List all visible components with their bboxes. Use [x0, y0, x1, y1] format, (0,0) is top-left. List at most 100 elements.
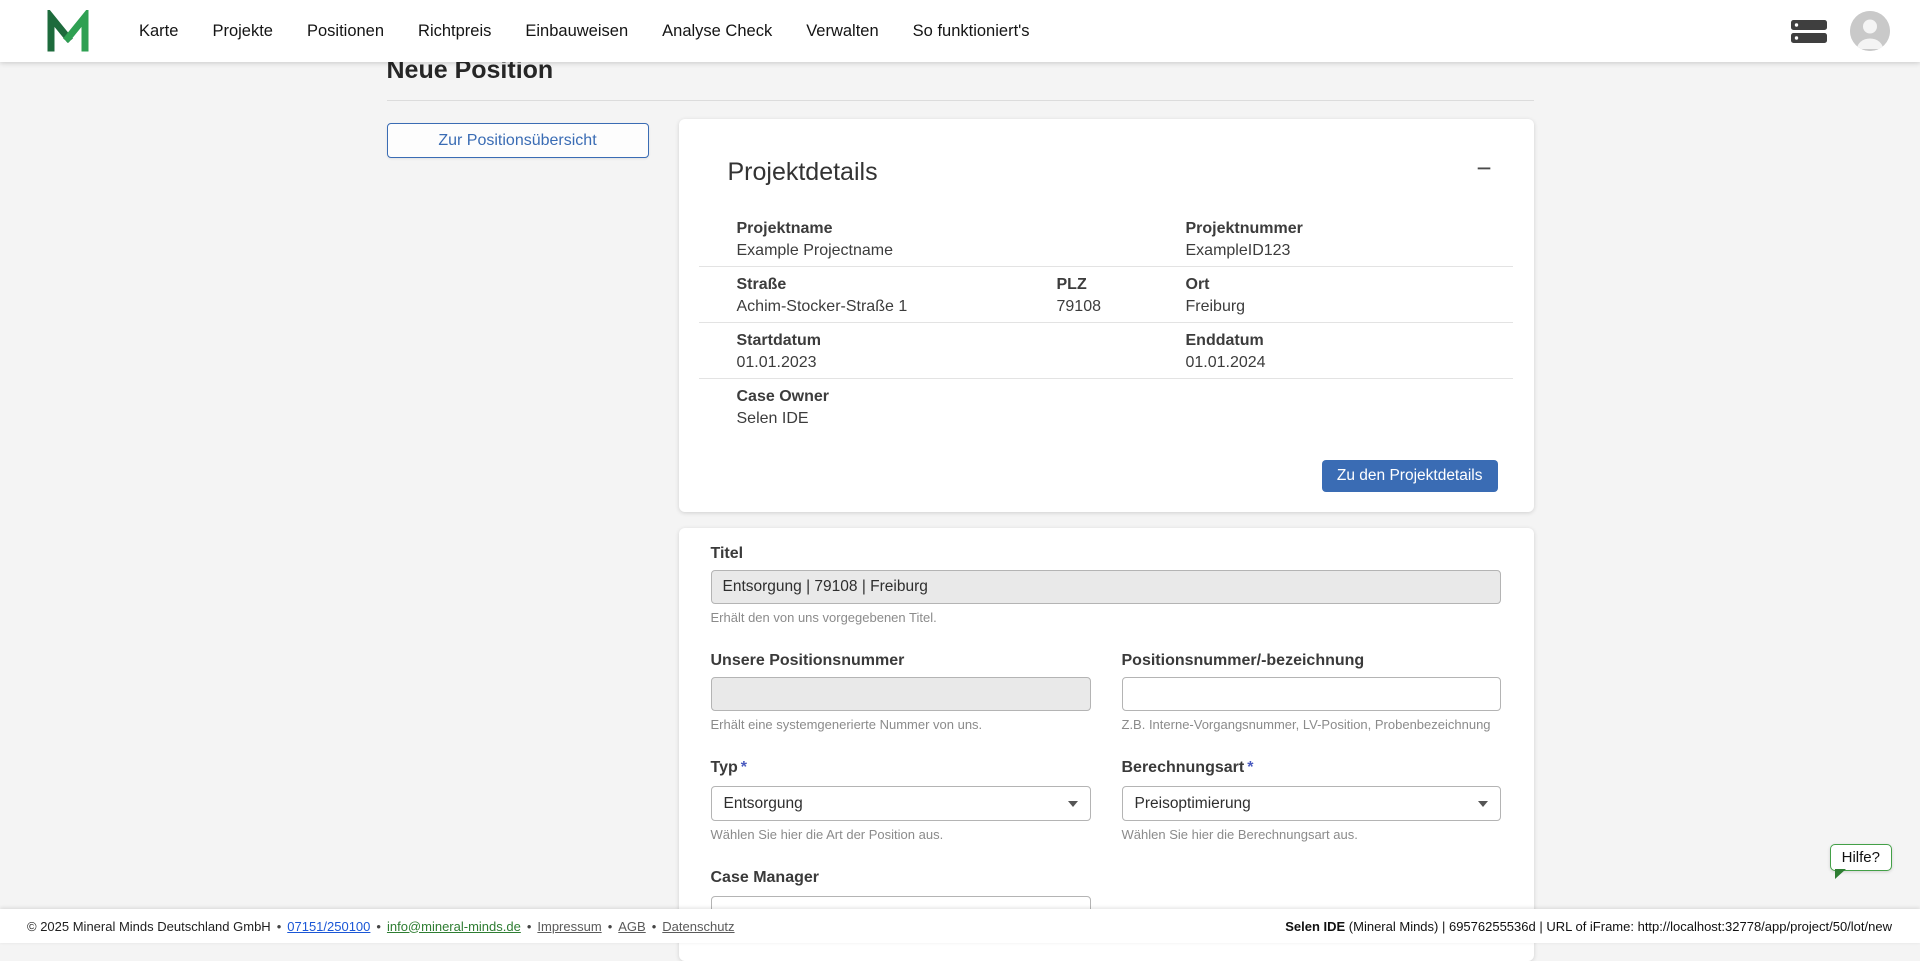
left-column: Zur Positionsübersicht	[387, 119, 679, 158]
nav-item-karte[interactable]: Karte	[139, 22, 178, 41]
startdatum-value: 01.01.2023	[737, 353, 1186, 372]
session-user: Selen IDE	[1285, 919, 1345, 934]
ort-value: Freiburg	[1186, 297, 1513, 316]
agb-link[interactable]: AGB	[618, 919, 645, 934]
unsere-positionsnummer-label: Unsere Positionsnummer	[711, 651, 1091, 670]
berechnungsart-select-value: Preisoptimierung	[1135, 795, 1251, 813]
go-to-project-details-button[interactable]: Zu den Projektdetails	[1322, 460, 1498, 492]
main-nav: Karte Projekte Positionen Richtpreis Ein…	[139, 22, 1030, 41]
project-details-table: Projektname Example Projectname Projektn…	[699, 211, 1513, 434]
berechnungsart-label-text: Berechnungsart	[1122, 759, 1245, 776]
strasse-label: Straße	[737, 275, 1057, 294]
titel-input	[711, 570, 1501, 604]
positionsnummer-bezeichnung-input[interactable]	[1122, 677, 1501, 711]
plz-cell: PLZ 79108	[1057, 275, 1186, 316]
ort-label: Ort	[1186, 275, 1513, 294]
strasse-value: Achim-Stocker-Straße 1	[737, 297, 1057, 316]
separator-dot: •	[652, 919, 657, 934]
positionsnummer-bezeichnung-field: Positionsnummer/-bezeichnung Z.B. Intern…	[1122, 651, 1501, 732]
project-details-card: Projektdetails − Projektname Example Pro…	[679, 119, 1534, 512]
enddatum-cell: Enddatum 01.01.2024	[1186, 331, 1513, 372]
table-row: Case Owner Selen IDE	[699, 379, 1513, 434]
required-asterisk: *	[741, 759, 747, 776]
berechnungsart-select[interactable]: Preisoptimierung	[1122, 786, 1501, 821]
plz-label: PLZ	[1057, 275, 1186, 294]
project-details-header: Projektdetails −	[679, 119, 1534, 211]
copyright-text: © 2025 Mineral Minds Deutschland GmbH	[27, 919, 271, 934]
nav-item-richtpreis[interactable]: Richtpreis	[418, 22, 491, 41]
separator-dot: •	[277, 919, 282, 934]
separator-dot: •	[527, 919, 532, 934]
impressum-link[interactable]: Impressum	[537, 919, 601, 934]
projektnummer-value: ExampleID123	[1186, 241, 1513, 260]
footer: © 2025 Mineral Minds Deutschland GmbH • …	[0, 909, 1920, 943]
title-divider	[387, 100, 1534, 101]
typ-label: Typ*	[711, 758, 1091, 777]
card-terminal-icon[interactable]	[1790, 18, 1828, 45]
chevron-down-icon	[1478, 801, 1488, 807]
main-content: Neue Position Zur Positionsübersicht Pro…	[387, 0, 1534, 961]
table-row: Projektname Example Projectname Projektn…	[699, 211, 1513, 267]
typ-select[interactable]: Entsorgung	[711, 786, 1091, 821]
ort-cell: Ort Freiburg	[1186, 275, 1513, 316]
positionsnummer-bezeichnung-helper: Z.B. Interne-Vorgangsnummer, LV-Position…	[1122, 717, 1501, 732]
form-grid: Unsere Positionsnummer Erhält eine syste…	[711, 651, 1501, 931]
projektnummer-cell: Projektnummer ExampleID123	[1186, 219, 1513, 260]
user-avatar-icon[interactable]	[1850, 11, 1890, 51]
separator-dot: •	[376, 919, 381, 934]
table-row: Startdatum 01.01.2023 Enddatum 01.01.202…	[699, 323, 1513, 379]
typ-field: Typ* Entsorgung Wählen Sie hier die Art …	[711, 758, 1091, 842]
phone-link[interactable]: 07151/250100	[287, 919, 370, 934]
top-navbar: Karte Projekte Positionen Richtpreis Ein…	[0, 0, 1920, 62]
email-link[interactable]: info@mineral-minds.de	[387, 919, 521, 934]
startdatum-label: Startdatum	[737, 331, 1186, 350]
mineral-minds-logo-icon[interactable]	[46, 10, 90, 52]
projektname-value: Example Projectname	[737, 241, 1186, 260]
new-position-form-card: Titel Erhält den von uns vorgegebenen Ti…	[679, 528, 1534, 961]
projektnummer-label: Projektnummer	[1186, 219, 1513, 238]
titel-label: Titel	[711, 544, 1501, 563]
right-column: Projektdetails − Projektname Example Pro…	[679, 119, 1534, 961]
required-asterisk: *	[1247, 759, 1253, 776]
projektname-label: Projektname	[737, 219, 1186, 238]
case-owner-label: Case Owner	[737, 387, 1513, 406]
nav-item-so-funktionierts[interactable]: So funktioniert's	[913, 22, 1030, 41]
typ-select-value: Entsorgung	[724, 795, 803, 813]
case-owner-cell: Case Owner Selen IDE	[699, 387, 1513, 428]
nav-item-analyse-check[interactable]: Analyse Check	[662, 22, 772, 41]
collapse-minus-icon[interactable]: −	[1476, 157, 1491, 179]
nav-item-einbauweisen[interactable]: Einbauweisen	[525, 22, 628, 41]
strasse-cell: Straße Achim-Stocker-Straße 1	[699, 275, 1057, 316]
unsere-positionsnummer-input	[711, 677, 1091, 711]
positionsnummer-bezeichnung-label: Positionsnummer/-bezeichnung	[1122, 651, 1501, 670]
berechnungsart-label: Berechnungsart*	[1122, 758, 1501, 777]
plz-value: 79108	[1057, 297, 1186, 316]
footer-left: © 2025 Mineral Minds Deutschland GmbH • …	[27, 919, 735, 934]
startdatum-cell: Startdatum 01.01.2023	[699, 331, 1186, 372]
datenschutz-link[interactable]: Datenschutz	[662, 919, 734, 934]
titel-helper: Erhält den von uns vorgegebenen Titel.	[711, 610, 1501, 625]
help-button[interactable]: Hilfe?	[1830, 844, 1892, 871]
help-label: Hilfe?	[1842, 849, 1880, 866]
chevron-down-icon	[1068, 801, 1078, 807]
case-manager-label: Case Manager	[711, 868, 1091, 887]
session-info: Selen IDE (Mineral Minds) | 69576255536d…	[1285, 919, 1892, 934]
unsere-positionsnummer-helper: Erhält eine systemgenerierte Nummer von …	[711, 717, 1091, 732]
berechnungsart-field: Berechnungsart* Preisoptimierung Wählen …	[1122, 758, 1501, 842]
nav-item-verwalten[interactable]: Verwalten	[806, 22, 878, 41]
project-details-footer: Zu den Projektdetails	[679, 434, 1534, 512]
back-to-positions-button[interactable]: Zur Positionsübersicht	[387, 123, 649, 158]
project-details-title: Projektdetails	[728, 157, 878, 187]
projektname-cell: Projektname Example Projectname	[699, 219, 1186, 260]
berechnungsart-helper: Wählen Sie hier die Berechnungsart aus.	[1122, 827, 1501, 842]
navbar-right	[1790, 11, 1890, 51]
enddatum-value: 01.01.2024	[1186, 353, 1513, 372]
table-row: Straße Achim-Stocker-Straße 1 PLZ 79108 …	[699, 267, 1513, 323]
nav-item-projekte[interactable]: Projekte	[212, 22, 273, 41]
enddatum-label: Enddatum	[1186, 331, 1513, 350]
unsere-positionsnummer-field: Unsere Positionsnummer Erhält eine syste…	[711, 651, 1091, 732]
separator-dot: •	[608, 919, 613, 934]
nav-item-positionen[interactable]: Positionen	[307, 22, 384, 41]
typ-label-text: Typ	[711, 759, 738, 776]
typ-helper: Wählen Sie hier die Art der Position aus…	[711, 827, 1091, 842]
